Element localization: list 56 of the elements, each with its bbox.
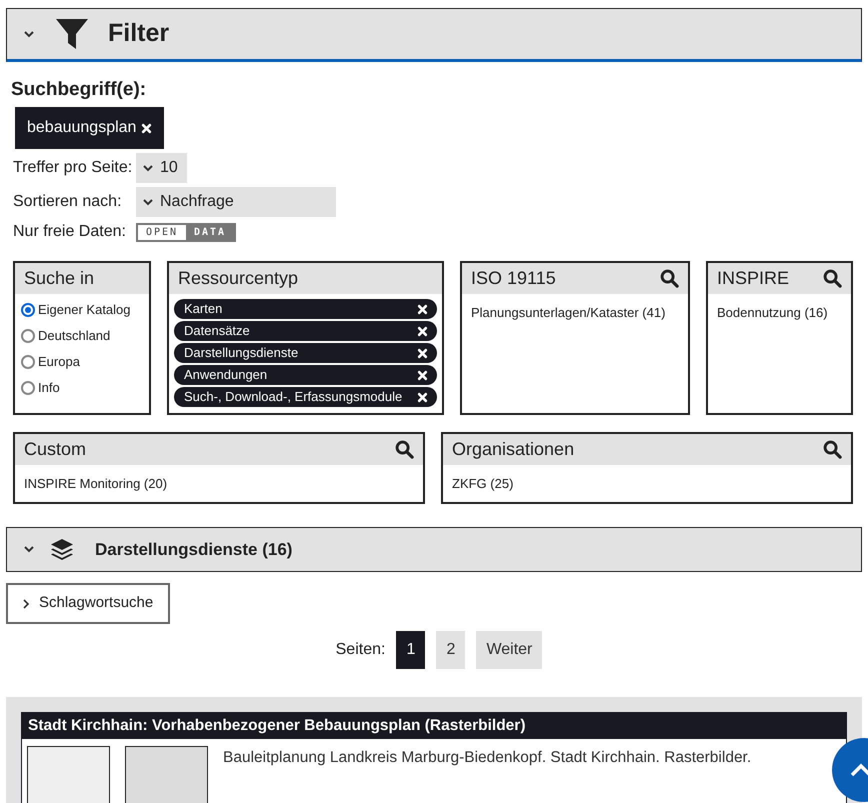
- resource-type-chip[interactable]: Datensätze: [174, 321, 437, 341]
- next-button[interactable]: Weiter: [476, 631, 542, 669]
- facet-title: Organisationen: [452, 438, 574, 461]
- dropdown[interactable]: Nachfrage: [136, 187, 336, 217]
- chevron-icon: [24, 546, 34, 553]
- layers-icon: [50, 538, 74, 562]
- facet-link[interactable]: ZKFG (25): [452, 474, 842, 494]
- search-icon[interactable]: [660, 269, 679, 288]
- field-label: Treffer pro Seite:: [13, 158, 134, 178]
- result-title[interactable]: Stadt Kirchhain: Vorhabenbezogener Bebauungsplan (Rasterbilder): [22, 713, 846, 739]
- close-icon[interactable]: [417, 370, 428, 380]
- field-label: Nur freie Daten:: [13, 222, 127, 242]
- chevron-icon: [143, 198, 153, 206]
- facet-link[interactable]: Planungsunterlagen/Kataster (41): [471, 303, 679, 323]
- chevron-up-icon: [850, 763, 868, 777]
- results-header[interactable]: Darstellungsdienste (16): [6, 527, 862, 572]
- close-icon[interactable]: [417, 348, 428, 358]
- close-icon[interactable]: [417, 326, 428, 336]
- field-label: Sortieren nach:: [13, 192, 123, 212]
- close-icon[interactable]: [417, 392, 428, 402]
- keyword-search-toggle[interactable]: Schlagwortsuche: [6, 583, 170, 624]
- search-icon[interactable]: [823, 269, 842, 288]
- search-term-tag[interactable]: bebauungsplan: [15, 107, 164, 149]
- search-icon[interactable]: [823, 440, 842, 459]
- section-title: Filter: [108, 18, 170, 50]
- facet-title: Ressourcentyp: [178, 267, 298, 290]
- filter-header[interactable]: Filter: [6, 8, 862, 62]
- filter-icon: [55, 17, 89, 51]
- pages-label: Seiten:: [336, 640, 386, 660]
- resource-type-chip[interactable]: Darstellungsdienste: [174, 343, 437, 363]
- section-title: Darstellungsdienste (16): [95, 538, 292, 561]
- page-button[interactable]: 2: [436, 631, 466, 669]
- resource-type-chip[interactable]: Karten: [174, 299, 437, 319]
- facet-title: INSPIRE: [717, 267, 790, 290]
- radio-option[interactable]: Eigener Katalog: [21, 297, 143, 323]
- close-icon[interactable]: [141, 122, 152, 134]
- resource-type-chip[interactable]: Anwendungen: [174, 365, 437, 385]
- dropdown[interactable]: 10: [136, 153, 187, 183]
- chevron-icon: [143, 164, 153, 172]
- radio-option[interactable]: Europa: [21, 349, 143, 375]
- radio-option[interactable]: Info: [21, 375, 143, 401]
- facet-link[interactable]: Bodennutzung (16): [717, 303, 842, 323]
- open-data-toggle[interactable]: OPEN DATA: [136, 222, 236, 242]
- page-button[interactable]: 1: [396, 631, 426, 669]
- close-icon[interactable]: [417, 304, 428, 314]
- chevron-icon: [24, 30, 34, 38]
- resource-type-chip[interactable]: Such-, Download-, Erfassungsmodule: [174, 387, 437, 407]
- result-description: Bauleitplanung Landkreis Marburg-Biedenkopf. Stadt Kirchhain. Rasterbilder.: [223, 748, 752, 768]
- search-icon[interactable]: [395, 440, 414, 459]
- search-terms-label: Suchbegriff(e):: [11, 78, 148, 102]
- facet-link[interactable]: INSPIRE Monitoring (20): [24, 474, 414, 494]
- facet-title: Custom: [24, 438, 86, 461]
- radio-option[interactable]: Deutschland: [21, 323, 143, 349]
- facet-title: ISO 19115: [471, 267, 556, 290]
- facet-title: Suche in: [24, 267, 94, 290]
- chevron-icon: [23, 598, 30, 608]
